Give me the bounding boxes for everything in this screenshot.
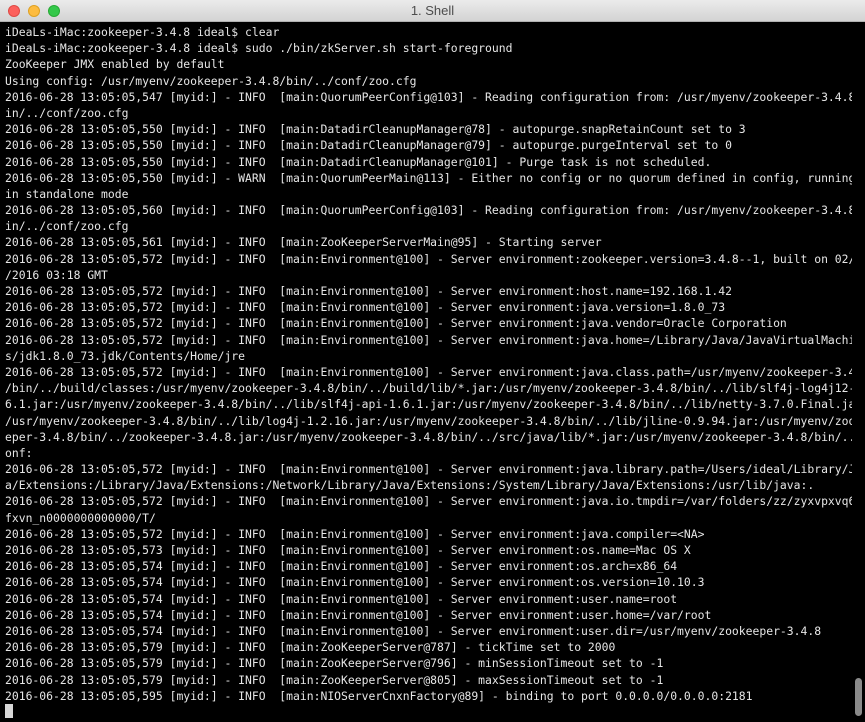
terminal-line: onf: [5, 445, 33, 460]
terminal-line: 2016-06-28 13:05:05,573 [myid:] - INFO [… [5, 543, 691, 557]
terminal-line: 2016-06-28 13:05:05,579 [myid:] - INFO [… [5, 672, 664, 687]
scrollbar[interactable] [852, 22, 865, 722]
terminal-line: 2016-06-28 13:05:05,574 [myid:] - INFO [… [5, 559, 678, 574]
terminal-line: in standalone mode [5, 186, 129, 201]
terminal-line: 2016-06-28 13:05:05,572 [myid:] - INFO [… [5, 332, 852, 347]
scrollbar-thumb[interactable] [855, 678, 862, 716]
terminal-line: 2016-06-28 13:05:05,579 [myid:] - INFO [… [5, 656, 664, 671]
terminal-line: 2016-06-28 13:05:05,560 [myid:] - INFO [… [5, 203, 852, 218]
terminal-line: 2016-06-28 13:05:05,579 [myid:] - INFO [… [5, 640, 616, 655]
terminal-line: iDeaLs-iMac:zookeeper-3.4.8 ideal$ sudo … [5, 41, 513, 56]
terminal-line: 2016-06-28 13:05:05,572 [myid:] - INFO [… [5, 316, 787, 331]
terminal-line: fxvn_n0000000000000/T/ [5, 510, 156, 525]
terminal-line: iDeaLs-iMac:zookeeper-3.4.8 ideal$ clear [5, 25, 280, 39]
terminal-line: 2016-06-28 13:05:05,595 [myid:] - INFO [… [5, 688, 753, 703]
terminal-line: 2016-06-28 13:05:05,550 [myid:] - INFO [… [5, 154, 712, 169]
terminal-line: 2016-06-28 13:05:05,550 [myid:] - INFO [… [5, 122, 746, 137]
terminal-line: 2016-06-28 13:05:05,561 [myid:] - INFO [… [5, 235, 602, 250]
prompt-line[interactable] [5, 703, 852, 720]
terminal-line: in/../conf/zoo.cfg [5, 105, 129, 120]
terminal-line: ZooKeeper JMX enabled by default [5, 57, 225, 72]
terminal-line: 2016-06-28 13:05:05,572 [myid:] - INFO [… [5, 462, 852, 477]
title-bar[interactable]: 1. Shell [0, 0, 865, 22]
terminal-line: 2016-06-28 13:05:05,550 [myid:] - INFO [… [5, 138, 732, 153]
terminal-line: 6.1.jar:/usr/myenv/zookeeper-3.4.8/bin/.… [5, 397, 852, 412]
terminal-line: /2016 03:18 GMT [5, 267, 108, 282]
terminal-line: in/../conf/zoo.cfg [5, 219, 129, 234]
terminal-line: s/jdk1.8.0_73.jdk/Contents/Home/jre [5, 348, 246, 363]
terminal-line: /bin/../build/classes:/usr/myenv/zookeep… [5, 381, 852, 396]
terminal-line: 2016-06-28 13:05:05,572 [myid:] - INFO [… [5, 251, 852, 266]
terminal-line: 2016-06-28 13:05:05,550 [myid:] - WARN [… [5, 170, 852, 185]
terminal-window: 1. Shell iDeaLs-iMac:zookeeper-3.4.8 ide… [0, 0, 865, 722]
terminal-line: 2016-06-28 13:05:05,574 [myid:] - INFO [… [5, 575, 705, 590]
terminal-line: 2016-06-28 13:05:05,574 [myid:] - INFO [… [5, 607, 712, 622]
terminal-line: a/Extensions:/Library/Java/Extensions:/N… [5, 478, 815, 493]
terminal-line: /usr/myenv/zookeeper-3.4.8/bin/../lib/lo… [5, 413, 852, 428]
terminal-line: eper-3.4.8/bin/../zookeeper-3.4.8.jar:/u… [5, 429, 852, 444]
terminal-line: 2016-06-28 13:05:05,572 [myid:] - INFO [… [5, 526, 705, 541]
terminal-line: 2016-06-28 13:05:05,574 [myid:] - INFO [… [5, 623, 822, 638]
window-title: 1. Shell [410, 3, 455, 18]
terminal-line: 2016-06-28 13:05:05,572 [myid:] - INFO [… [5, 284, 732, 298]
terminal-line: 2016-06-28 13:05:05,574 [myid:] - INFO [… [5, 591, 678, 606]
terminal-line: 2016-06-28 13:05:05,572 [myid:] - INFO [… [5, 494, 852, 509]
terminal-line: Using config: /usr/myenv/zookeeper-3.4.8… [5, 73, 417, 88]
terminal-line: 2016-06-28 13:05:05,572 [myid:] - INFO [… [5, 300, 726, 315]
terminal-line: 2016-06-28 13:05:05,572 [myid:] - INFO [… [5, 364, 852, 379]
terminal-output[interactable]: iDeaLs-iMac:zookeeper-3.4.8 ideal$ clear… [0, 22, 852, 722]
text-cursor [5, 703, 13, 718]
terminal-line: 2016-06-28 13:05:05,547 [myid:] - INFO [… [5, 89, 852, 104]
